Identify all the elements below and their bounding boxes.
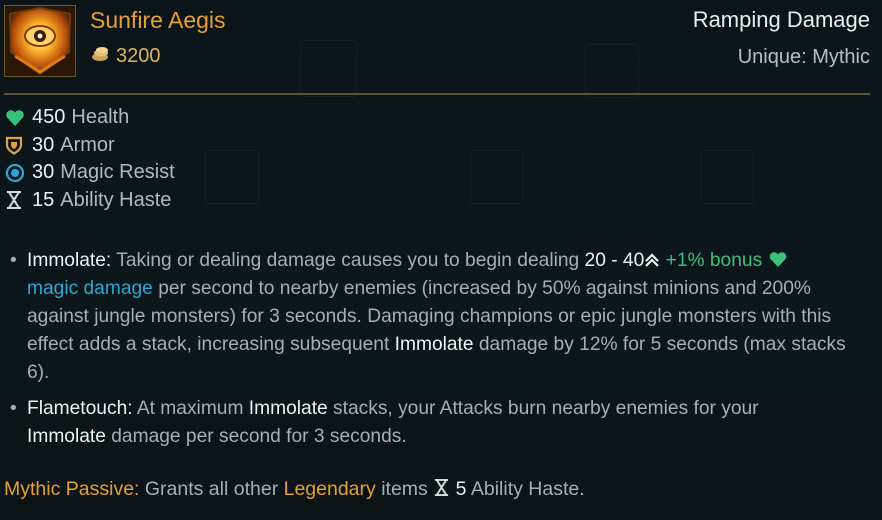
stat-value: 15 — [32, 188, 55, 211]
bullet-dot: • — [10, 398, 17, 419]
background-item-ghost — [700, 150, 754, 204]
stat-value: 30 — [32, 161, 55, 184]
immolate-keyword: Immolate — [248, 398, 328, 419]
magic-damage-keyword: magic damage — [27, 278, 153, 299]
hourglass-icon — [5, 190, 27, 210]
background-item-ghost — [585, 44, 639, 98]
level-scaling-icon — [644, 250, 660, 271]
passive-name: Immolate: — [27, 250, 112, 271]
item-rarity: Unique: Mythic — [737, 46, 870, 68]
stat-magic-resist: 30 Magic Resist — [5, 159, 175, 187]
passive-immolate: • Immolate: Taking or dealing damage cau… — [10, 247, 872, 387]
stat-value: 30 — [32, 133, 55, 156]
mythic-text-segment: Ability Haste. — [466, 478, 585, 500]
background-item-ghost — [300, 40, 357, 97]
item-tooltip: Sunfire Aegis 3200 Ramping Damage Unique… — [0, 0, 882, 520]
gold-coins-icon — [90, 45, 110, 68]
passive-text-segment: At maximum — [132, 398, 249, 419]
immolate-keyword: Immolate — [27, 426, 106, 447]
mythic-haste-value: 5 — [455, 478, 467, 500]
stat-label: Armor — [60, 133, 115, 156]
stat-ability-haste: 15 Ability Haste — [5, 187, 175, 215]
stats-list: 450 Health 30 Armor 30 Magic Resist 15 A… — [5, 104, 175, 214]
cost-value: 3200 — [116, 45, 161, 67]
header-divider — [4, 93, 870, 95]
stat-label: Health — [71, 106, 130, 129]
passive-text-segment: Taking or dealing damage causes you to b… — [111, 250, 585, 271]
passive-text: Immolate: Taking or dealing damage cause… — [27, 247, 872, 387]
mythic-passive-label: Mythic Passive: — [4, 478, 140, 500]
stat-label: Magic Resist — [60, 161, 175, 184]
stat-armor: 30 Armor — [5, 132, 175, 160]
mythic-text-segment: items — [375, 478, 434, 500]
bullet-dot: • — [10, 250, 17, 271]
heart-icon — [5, 108, 27, 128]
passive-flametouch: • Flametouch: At maximum Immolate stacks… — [10, 395, 872, 451]
mythic-text-segment: Grants all other — [139, 478, 284, 500]
item-cost: 3200 — [90, 45, 161, 68]
item-name: Sunfire Aegis — [90, 7, 226, 33]
damage-value: 20 - 40 — [584, 250, 645, 271]
background-item-ghost — [470, 150, 524, 204]
hourglass-icon — [433, 478, 450, 500]
immolate-keyword: Immolate — [394, 334, 474, 355]
stat-health: 450 Health — [5, 104, 175, 132]
passive-text-segment: stacks, your Attacks burn nearby enemies… — [327, 398, 759, 419]
passive-name: Flametouch: — [27, 398, 133, 419]
sunfire-aegis-icon — [4, 5, 76, 77]
health-ratio-icon — [768, 250, 788, 271]
passive-text: Flametouch: At maximum Immolate stacks, … — [27, 395, 872, 451]
passive-text-segment: damage per second for 3 seconds. — [105, 426, 407, 447]
bonus-health-ratio: +1% bonus — [660, 250, 768, 271]
legendary-keyword: Legendary — [283, 478, 376, 500]
mythic-passive: Mythic Passive: Grants all other Legenda… — [4, 478, 585, 501]
item-type: Ramping Damage — [692, 7, 870, 32]
stat-label: Ability Haste — [60, 188, 172, 211]
background-item-ghost — [205, 150, 259, 204]
magic-resist-icon — [5, 163, 27, 183]
shield-icon — [5, 135, 27, 155]
stat-value: 450 — [32, 106, 66, 129]
item-description: • Immolate: Taking or dealing damage cau… — [10, 247, 872, 451]
